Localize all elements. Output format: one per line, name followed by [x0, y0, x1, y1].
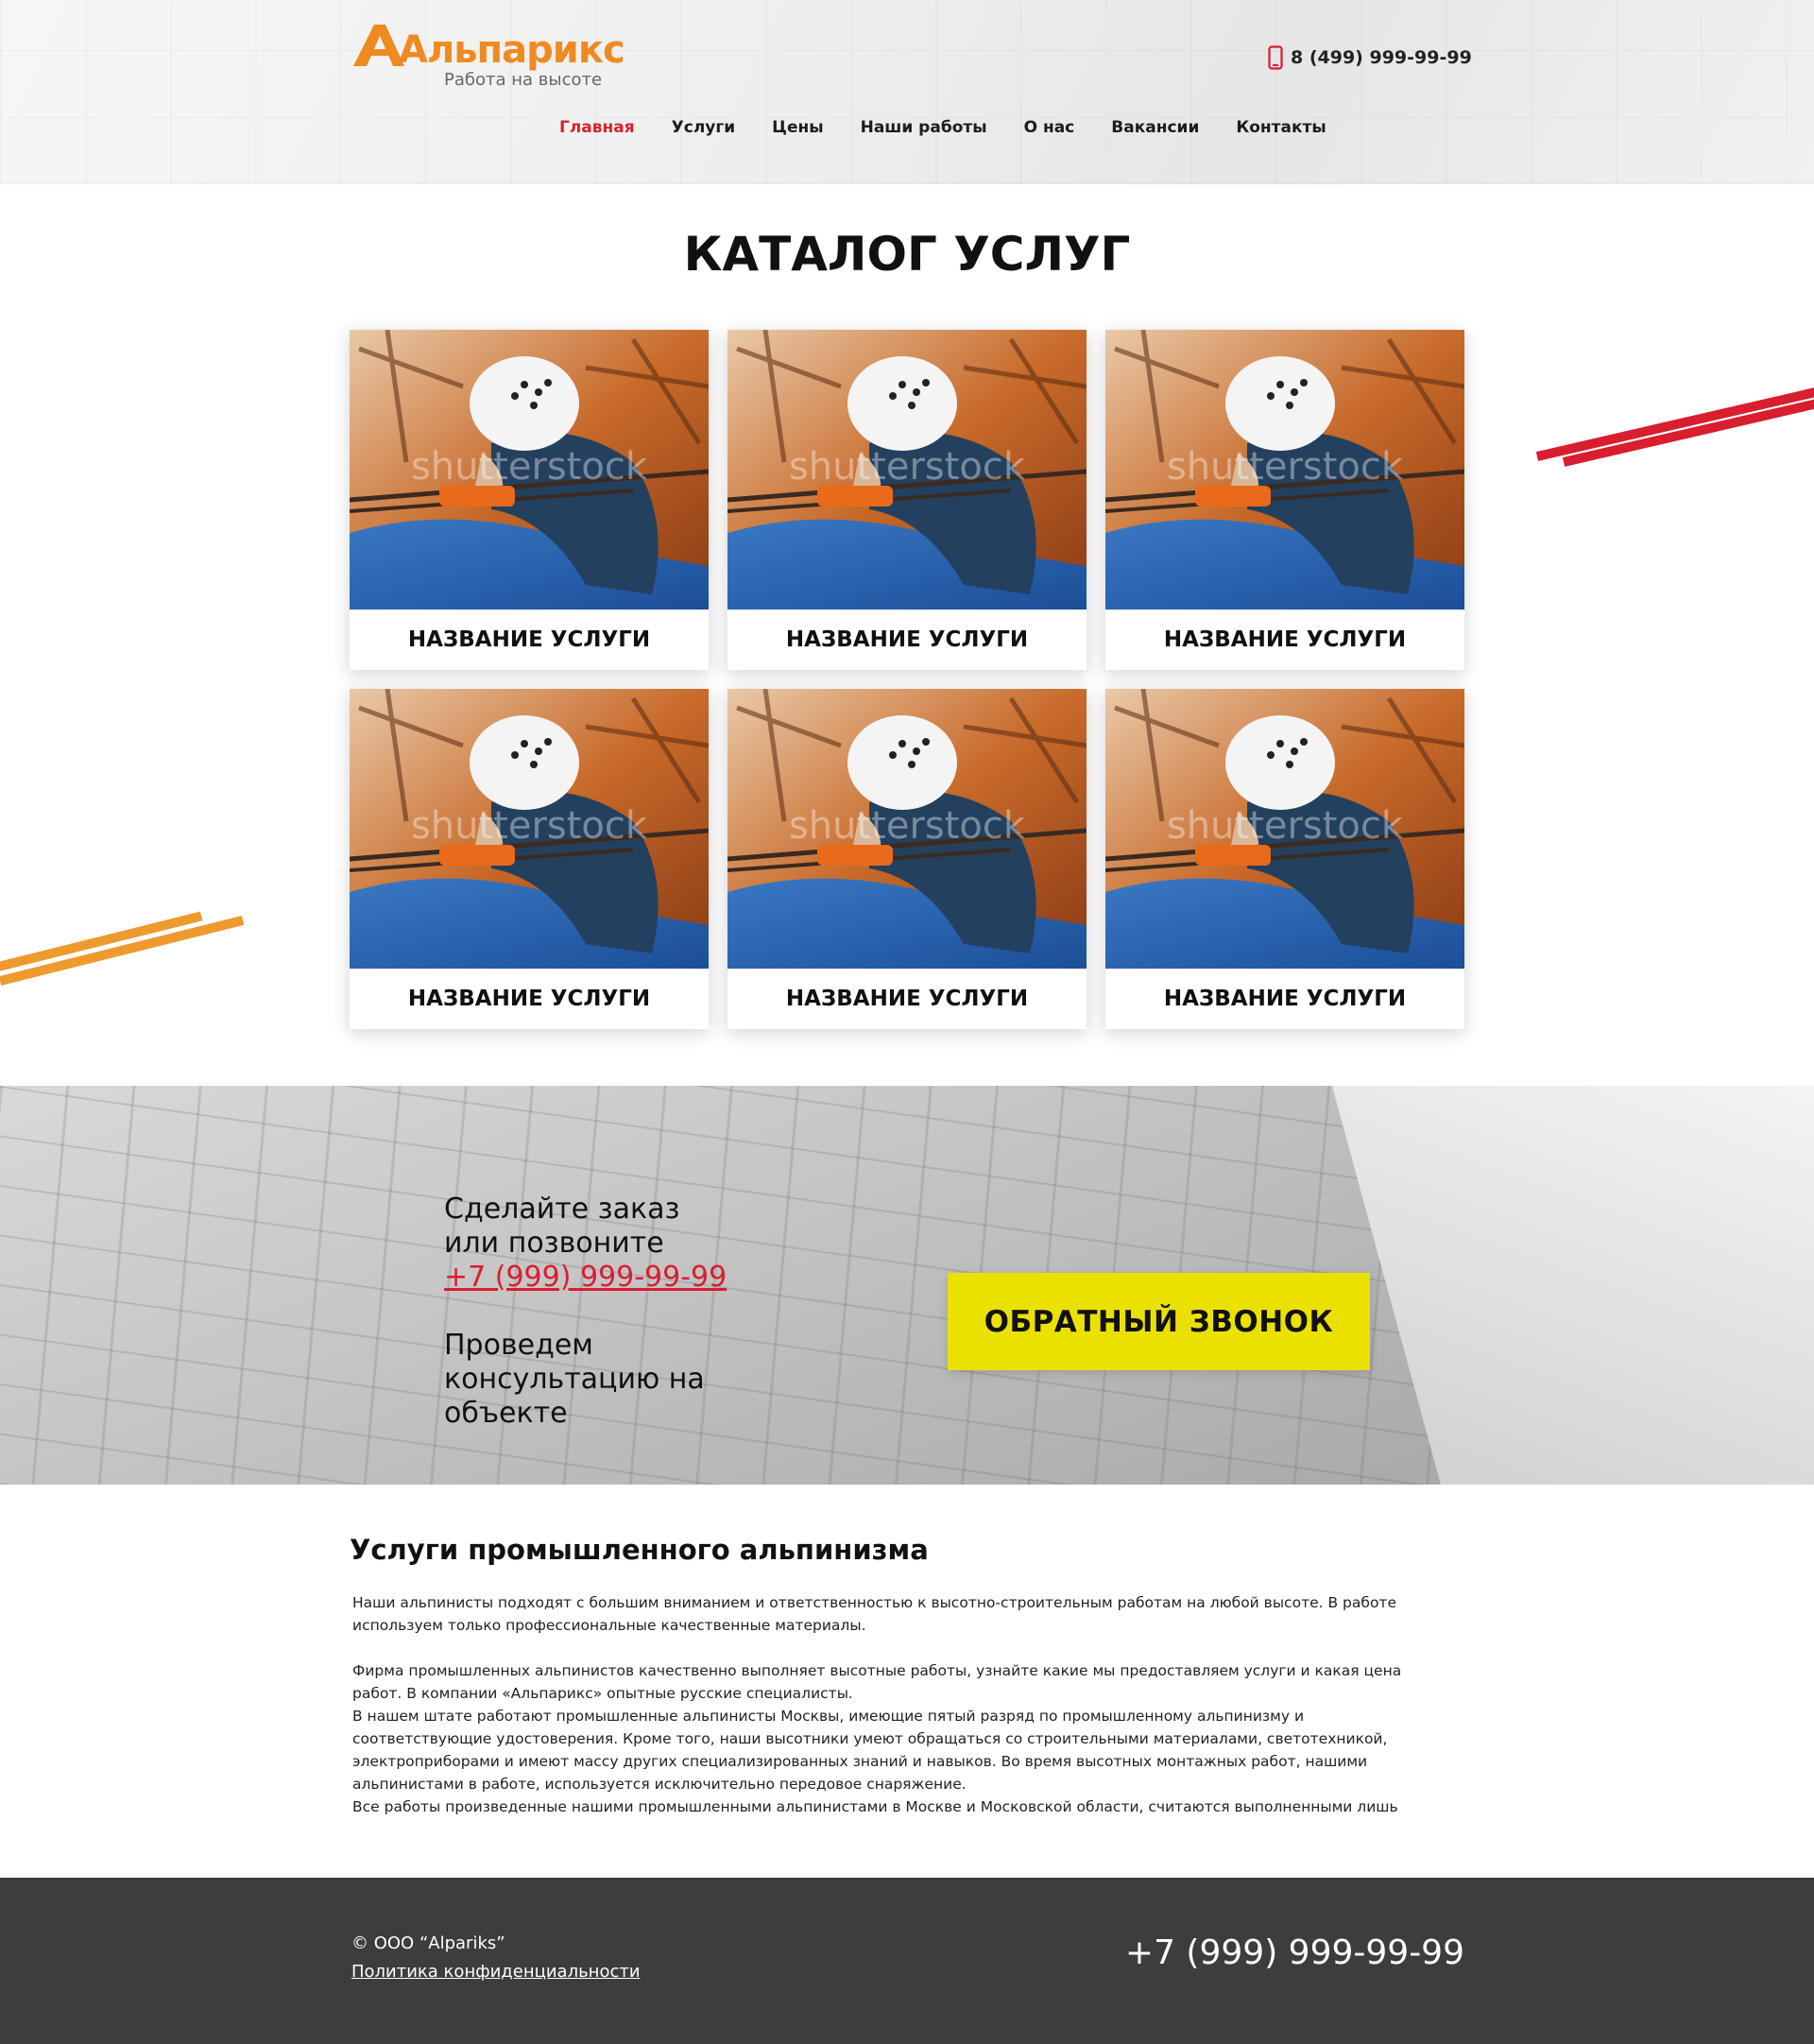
svg-text:shutterstock: shutterstock	[1167, 445, 1404, 489]
main-nav: Главная Услуги Цены Наши работы О нас Ва…	[559, 113, 1363, 142]
service-card[interactable]: shutterstock НАЗВАНИЕ УСЛУГИ	[1105, 689, 1464, 1029]
decor-stripe-red-2	[1562, 395, 1814, 467]
service-card[interactable]: shutterstock НАЗВАНИЕ УСЛУГИ	[350, 330, 709, 670]
nav-item-home[interactable]: Главная	[559, 118, 635, 137]
about-title: Услуги промышленного альпинизма	[350, 1534, 929, 1566]
nav-item-contacts[interactable]: Контакты	[1236, 118, 1326, 137]
climber-photo: shutterstock	[350, 330, 709, 610]
footer-copyright: © ООО “Alpariks”	[351, 1933, 505, 1953]
svg-text:shutterstock: shutterstock	[411, 445, 648, 489]
nav-item-works[interactable]: Наши работы	[861, 118, 987, 137]
nav-item-prices[interactable]: Цены	[772, 118, 823, 137]
about-text-line: Фирма промышленных альпинистов качествен…	[352, 1662, 1402, 1679]
about-text-line: Все работы произведенные нашими промышле…	[352, 1798, 1398, 1815]
service-card-title: НАЗВАНИЕ УСЛУГИ	[407, 627, 651, 652]
site-header	[0, 0, 1814, 184]
consult-line-2: консультацию на	[444, 1363, 705, 1396]
service-photo: shutterstock	[350, 330, 709, 610]
service-card-title: НАЗВАНИЕ УСЛУГИ	[785, 627, 1029, 652]
nav-item-vacancies[interactable]: Вакансии	[1111, 118, 1199, 137]
climber-photo: shutterstock	[727, 689, 1087, 969]
decor-stripe-red-1	[1535, 386, 1814, 461]
logo-tagline: Работа на высоте	[444, 70, 603, 90]
service-card-title: НАЗВАНИЕ УСЛУГИ	[1163, 987, 1407, 1011]
header-phone-number: 8 (499) 999-99-99	[1291, 47, 1472, 68]
service-photo: shutterstock	[1105, 689, 1464, 969]
privacy-policy-link[interactable]: Политика конфиденциальности	[351, 1962, 641, 1982]
decor-stripe-orange-2	[0, 916, 245, 986]
logo-name: Альпарикс	[399, 28, 625, 72]
service-photo: shutterstock	[727, 689, 1087, 969]
services-grid: shutterstock НАЗВАНИЕ УСЛУГИ shutterstoc…	[350, 330, 1465, 1029]
footer-phone[interactable]: +7 (999) 999-99-99	[1125, 1933, 1464, 1972]
service-card[interactable]: shutterstock НАЗВАНИЕ УСЛУГИ	[350, 689, 709, 1029]
service-card[interactable]: shutterstock НАЗВАНИЕ УСЛУГИ	[727, 689, 1087, 1029]
about-text-line: альпинистами в работе, используется искл…	[352, 1776, 967, 1793]
about-paragraph-2: Фирма промышленных альпинистов качествен…	[352, 1659, 1439, 1818]
service-card-title: НАЗВАНИЕ УСЛУГИ	[1163, 627, 1407, 652]
consult-line-3: объекте	[444, 1397, 568, 1430]
site-footer	[0, 1878, 1814, 2044]
callback-phone-link[interactable]: +7 (999) 999-99-99	[444, 1261, 822, 1295]
service-photo: shutterstock	[350, 689, 709, 969]
svg-text:shutterstock: shutterstock	[789, 804, 1026, 848]
service-card-title: НАЗВАНИЕ УСЛУГИ	[407, 987, 651, 1011]
about-text-line: В нашем штате работают промышленные альп…	[352, 1708, 1305, 1725]
logo[interactable]: Альпарикс Работа на высоте	[350, 21, 633, 96]
about-text-line: используем только профессиональные качес…	[352, 1617, 866, 1634]
header-phone[interactable]: 8 (499) 999-99-99	[1268, 43, 1472, 72]
about-text-line: электроприборами и имеют массу других сп…	[352, 1753, 1368, 1770]
svg-text:shutterstock: shutterstock	[411, 804, 648, 848]
callback-line-1: Сделайте заказ	[444, 1193, 680, 1226]
svg-text:shutterstock: shutterstock	[1167, 804, 1404, 848]
about-text-line: Наши альпинисты подходят с большим внима…	[352, 1594, 1396, 1611]
about-paragraph-1: Наши альпинисты подходят с большим внима…	[352, 1591, 1439, 1637]
climber-photo: shutterstock	[350, 689, 709, 969]
phone-icon	[1268, 45, 1283, 70]
logo-a-icon	[353, 25, 404, 66]
svg-text:shutterstock: shutterstock	[789, 445, 1026, 489]
nav-item-about[interactable]: О нас	[1024, 118, 1075, 137]
climber-photo: shutterstock	[727, 330, 1087, 610]
nav-item-services[interactable]: Услуги	[672, 118, 736, 137]
service-card[interactable]: shutterstock НАЗВАНИЕ УСЛУГИ	[1105, 330, 1464, 670]
consult-line-1: Проведем	[444, 1329, 593, 1362]
header-background-image	[0, 0, 1814, 184]
service-card-title: НАЗВАНИЕ УСЛУГИ	[785, 987, 1029, 1011]
about-text-line: работ. В компании «Альпарикс» опытные ру…	[352, 1685, 853, 1702]
catalog-title: КАТАЛОГ УСЛУГ	[683, 227, 1131, 282]
climber-photo: shutterstock	[1105, 330, 1464, 610]
callback-text: Сделайте заказ или позвоните +7 (999) 99…	[444, 1193, 822, 1431]
about-text-line: соответствующие удостоверения. Кроме тог…	[352, 1730, 1388, 1747]
service-photo: shutterstock	[727, 330, 1087, 610]
service-card[interactable]: shutterstock НАЗВАНИЕ УСЛУГИ	[727, 330, 1087, 670]
callback-section	[0, 1086, 1814, 1485]
callback-button[interactable]: ОБРАТНЫЙ ЗВОНОК	[948, 1273, 1370, 1370]
service-photo: shutterstock	[1105, 330, 1464, 610]
climber-photo: shutterstock	[1105, 689, 1464, 969]
about-text: Наши альпинисты подходят с большим внима…	[352, 1591, 1439, 1818]
callback-line-2: или позвоните	[444, 1227, 664, 1260]
